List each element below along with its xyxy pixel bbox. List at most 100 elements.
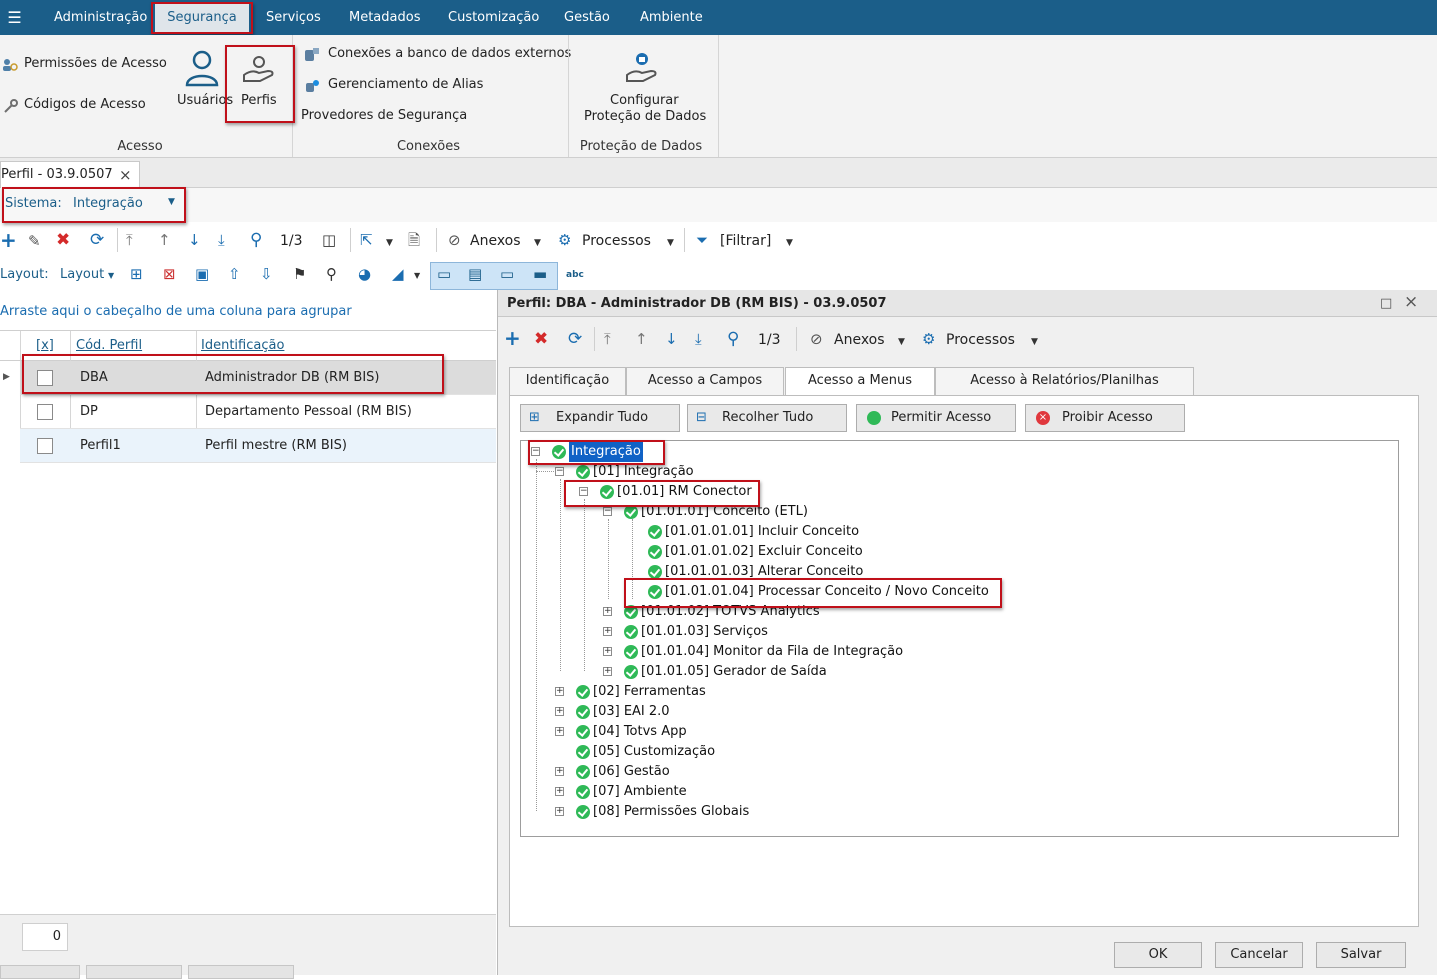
next-icon[interactable]: ↓ <box>665 329 678 349</box>
prev-icon[interactable]: ↑ <box>635 329 648 349</box>
bottom-tab[interactable] <box>0 965 80 979</box>
expand-toggle-icon[interactable]: + <box>603 627 612 636</box>
upload-layout-icon[interactable]: ⇧ <box>228 264 241 284</box>
edit-icon[interactable]: ✎ <box>28 231 41 251</box>
chart-icon[interactable]: ◢ <box>392 264 404 284</box>
dialog-anexos-button[interactable]: Anexos <box>834 330 885 350</box>
expand-toggle-icon[interactable]: + <box>555 787 564 796</box>
anexos-button[interactable]: Anexos <box>470 231 521 251</box>
recolher-tudo-button[interactable]: ⊟ Recolher Tudo <box>687 404 847 432</box>
maximize-icon[interactable]: □ <box>1380 290 1392 317</box>
view-split-icon[interactable]: ▤ <box>468 264 482 284</box>
codigos-acesso-button[interactable]: Códigos de Acesso <box>2 96 162 116</box>
pin-icon[interactable]: ⚲ <box>326 264 337 284</box>
last-icon[interactable]: ⤓ <box>695 329 702 349</box>
chevron-down-icon[interactable]: ▼ <box>898 332 905 352</box>
shapes-icon[interactable]: ◕ <box>358 264 371 284</box>
dialog-processos-button[interactable]: Processos <box>946 330 1015 350</box>
group-drop-area[interactable]: Arraste aqui o cabeçalho de uma coluna p… <box>0 294 496 330</box>
expand-toggle-icon[interactable]: + <box>555 767 564 776</box>
cancel-button[interactable]: Cancelar <box>1215 942 1303 968</box>
table-row[interactable]: Perfil1 Perfil mestre (RM BIS) <box>20 429 496 463</box>
bottom-tab[interactable] <box>86 965 182 979</box>
chevron-down-icon[interactable]: ▼ <box>386 233 393 253</box>
collapse-toggle-icon[interactable]: − <box>531 447 540 456</box>
menu-seguranca[interactable]: Segurança <box>155 3 249 33</box>
chevron-down-icon[interactable]: ▼ <box>108 266 114 286</box>
row-checkbox[interactable] <box>37 404 53 420</box>
provedores-seguranca-button[interactable]: Provedores de Segurança <box>300 107 480 127</box>
search-icon[interactable]: ⚲ <box>727 329 739 349</box>
row-checkbox[interactable] <box>37 370 53 386</box>
last-icon[interactable]: ⤓ <box>218 230 225 250</box>
ok-button[interactable]: OK <box>1114 942 1202 968</box>
filtrar-button[interactable]: [Filtrar] <box>720 231 771 251</box>
expandir-tudo-button[interactable]: ⊞ Expandir Tudo <box>520 404 680 432</box>
tab-acesso-menus[interactable]: Acesso a Menus <box>785 367 935 396</box>
export-icon[interactable]: ⇱ <box>360 230 373 250</box>
processos-button[interactable]: Processos <box>582 231 651 251</box>
menu-servicos[interactable]: Serviços <box>258 0 329 35</box>
sistema-select[interactable]: Integração ▼ <box>70 194 180 216</box>
conexoes-externos-button[interactable]: Conexões a banco de dados externos <box>304 45 571 65</box>
configurar-protecao-button[interactable]: Configurar Proteção de Dados <box>580 49 706 125</box>
table-row[interactable]: DP Departamento Pessoal (RM BIS) <box>20 395 496 429</box>
remove-layout-icon[interactable]: ⊠ <box>163 264 176 284</box>
view-header-icon[interactable]: ▭ <box>500 264 514 284</box>
paint-icon[interactable]: ⚑ <box>293 264 306 284</box>
menu-customizacao[interactable]: Customização <box>440 0 547 35</box>
collapse-toggle-icon[interactable]: − <box>579 487 588 496</box>
chevron-down-icon[interactable]: ▼ <box>534 233 541 253</box>
view-single-icon[interactable]: ▭ <box>437 264 451 284</box>
first-icon[interactable]: ⤒ <box>126 230 133 250</box>
layout-menu[interactable]: Layout <box>60 265 104 285</box>
refresh-icon[interactable]: ⟳ <box>90 230 104 250</box>
next-icon[interactable]: ↓ <box>188 230 201 250</box>
chevron-down-icon[interactable]: ▼ <box>667 233 674 253</box>
prev-icon[interactable]: ↑ <box>158 230 171 250</box>
close-tab-icon[interactable]: × <box>119 162 132 188</box>
column-header-identificacao[interactable]: Identificação <box>201 331 284 361</box>
refresh-icon[interactable]: ⟳ <box>568 329 582 349</box>
delete-icon[interactable]: ✖ <box>56 230 70 250</box>
expand-toggle-icon[interactable]: + <box>555 807 564 816</box>
bottom-tab[interactable] <box>188 965 294 979</box>
usuarios-button[interactable]: Usuários <box>172 47 233 117</box>
view-footer-icon[interactable]: ▬ <box>533 264 547 284</box>
expand-toggle-icon[interactable]: + <box>555 687 564 696</box>
first-icon[interactable]: ⤒ <box>604 329 611 349</box>
expand-toggle-icon[interactable]: + <box>603 647 612 656</box>
add-layout-icon[interactable]: ⊞ <box>130 264 143 284</box>
chevron-down-icon[interactable]: ▼ <box>786 233 793 253</box>
menu-metadados[interactable]: Metadados <box>341 0 428 35</box>
expand-toggle-icon[interactable]: + <box>555 707 564 716</box>
delete-icon[interactable]: ✖ <box>534 329 548 349</box>
menu-ambiente[interactable]: Ambiente <box>632 0 711 35</box>
app-menu-icon[interactable]: ☰ <box>6 8 23 27</box>
menu-administracao[interactable]: Administração <box>46 0 155 35</box>
perfis-button[interactable]: Perfis <box>230 47 290 117</box>
columns-icon[interactable]: ◫ <box>322 230 336 250</box>
tab-identificacao[interactable]: Identificação <box>509 367 626 395</box>
gerenciamento-alias-button[interactable]: Gerenciamento de Alias <box>304 76 524 96</box>
collapse-toggle-icon[interactable]: − <box>555 467 564 476</box>
row-checkbox[interactable] <box>37 438 53 454</box>
spellcheck-icon[interactable]: abc <box>566 265 584 285</box>
column-header-cod-perfil[interactable]: Cód. Perfil <box>76 331 142 361</box>
table-row[interactable]: DBA Administrador DB (RM BIS) <box>20 361 496 395</box>
download-layout-icon[interactable]: ⇩ <box>260 264 273 284</box>
permitir-acesso-button[interactable]: Permitir Acesso <box>856 404 1016 432</box>
expand-toggle-icon[interactable]: + <box>603 667 612 676</box>
document-icon[interactable]: 🗎 <box>408 230 420 250</box>
proibir-acesso-button[interactable]: × Proibir Acesso <box>1025 404 1185 432</box>
save-button[interactable]: Salvar <box>1316 942 1406 968</box>
expand-toggle-icon[interactable]: + <box>603 607 612 616</box>
add-icon[interactable]: + <box>504 328 521 348</box>
tab-acesso-relatorios[interactable]: Acesso à Relatórios/Planilhas <box>935 367 1194 395</box>
permissoes-acesso-button[interactable]: Permissões de Acesso <box>2 55 167 75</box>
tab-acesso-campos[interactable]: Acesso a Campos <box>626 367 784 395</box>
column-header-select[interactable]: [x] <box>36 331 54 361</box>
search-icon[interactable]: ⚲ <box>250 230 262 250</box>
doc-tab-perfil[interactable]: Perfil - 03.9.0507 × <box>0 161 140 189</box>
expand-toggle-icon[interactable]: + <box>555 727 564 736</box>
